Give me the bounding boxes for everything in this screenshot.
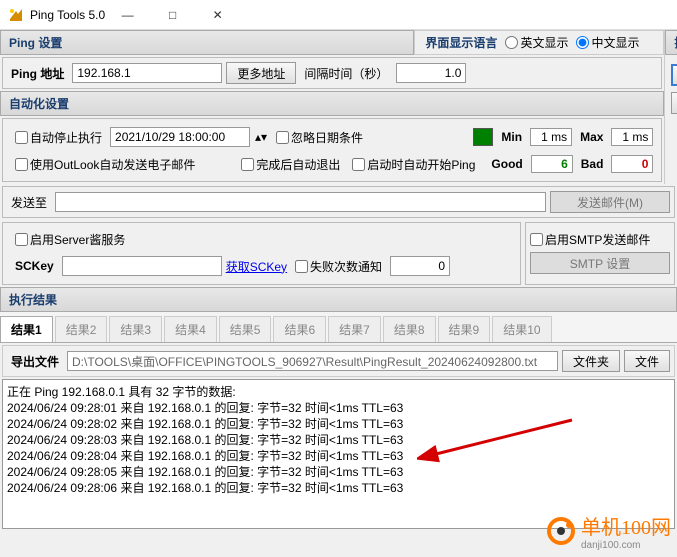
bad-label: Bad xyxy=(577,157,608,171)
window-title: Ping Tools 5.0 xyxy=(30,8,105,22)
sckey-input[interactable] xyxy=(62,256,222,276)
exit-after-checkbox[interactable]: 完成后自动退出 xyxy=(237,156,344,173)
result-line: 正在 Ping 192.168.0.1 具有 32 字节的数据: xyxy=(7,384,670,400)
tab-result-6[interactable]: 结果6 xyxy=(273,316,326,342)
watermark-sub: danji100.com xyxy=(581,540,671,551)
server-chan-checkbox[interactable]: 启用Server酱服务 xyxy=(11,231,129,248)
ops-header: 操作 xyxy=(665,30,677,55)
sckey-label: SCKey xyxy=(11,259,58,273)
file-button[interactable]: 文件 xyxy=(624,350,670,372)
results-header: 执行结果 xyxy=(0,287,677,312)
status-color-indicator xyxy=(473,128,493,146)
good-label: Good xyxy=(487,157,526,171)
tab-result-1[interactable]: 结果1 xyxy=(0,316,53,342)
fail-notify-checkbox[interactable]: 失败次数通知 xyxy=(291,258,386,275)
send-mail-button[interactable]: 发送邮件(M) xyxy=(550,191,670,213)
smtp-settings-button[interactable]: SMTP 设置 xyxy=(530,252,670,274)
smtp-checkbox[interactable]: 启用SMTP发送邮件 xyxy=(530,227,650,252)
interval-input[interactable] xyxy=(396,63,466,83)
fail-count-input[interactable] xyxy=(390,256,450,276)
interval-label: 间隔时间（秒） xyxy=(300,65,392,82)
lang-en-radio[interactable]: 英文显示 xyxy=(501,34,572,51)
ping-addr-label: Ping 地址 xyxy=(7,65,68,82)
tab-result-9[interactable]: 结果9 xyxy=(438,316,491,342)
ping-addr-input[interactable] xyxy=(72,63,222,83)
maximize-button[interactable]: □ xyxy=(150,1,195,29)
tab-result-2[interactable]: 结果2 xyxy=(55,316,108,342)
good-value: 6 xyxy=(531,155,573,173)
result-line: 2024/06/24 09:28:01 来自 192.168.0.1 的回复: … xyxy=(7,400,670,416)
folder-button[interactable]: 文件夹 xyxy=(562,350,620,372)
exit-button[interactable]: 退出(E) xyxy=(671,92,677,114)
app-icon xyxy=(8,7,24,23)
min-label: Min xyxy=(497,130,526,144)
datetime-input[interactable] xyxy=(110,127,250,147)
watermark-text: 单机100网 xyxy=(581,511,671,540)
results-output: 正在 Ping 192.168.0.1 具有 32 字节的数据:2024/06/… xyxy=(2,379,675,529)
tab-result-7[interactable]: 结果7 xyxy=(328,316,381,342)
ping-settings-header: Ping 设置 xyxy=(0,30,414,55)
auto-stop-checkbox[interactable]: 自动停止执行 xyxy=(11,129,106,146)
result-line: 2024/06/24 09:28:04 来自 192.168.0.1 的回复: … xyxy=(7,448,670,464)
watermark: 单机100网 danji100.com xyxy=(545,511,671,551)
datetime-stepper[interactable]: ▴▾ xyxy=(254,130,268,144)
send-to-input[interactable] xyxy=(55,192,546,212)
result-line: 2024/06/24 09:28:06 来自 192.168.0.1 的回复: … xyxy=(7,480,670,496)
watermark-icon xyxy=(545,515,577,547)
close-button[interactable]: ✕ xyxy=(195,1,240,29)
minimize-button[interactable]: — xyxy=(105,1,150,29)
results-tabs: 结果1结果2结果3结果4结果5结果6结果7结果8结果9结果10 xyxy=(0,312,677,343)
auto-header: 自动化设置 xyxy=(0,91,664,116)
titlebar: Ping Tools 5.0 — □ ✕ xyxy=(0,0,677,30)
export-path-input[interactable] xyxy=(67,351,558,371)
send-to-label: 发送至 xyxy=(7,194,51,211)
more-addr-button[interactable]: 更多地址 xyxy=(226,62,296,84)
tab-result-10[interactable]: 结果10 xyxy=(492,316,551,342)
result-line: 2024/06/24 09:28:03 来自 192.168.0.1 的回复: … xyxy=(7,432,670,448)
result-line: 2024/06/24 09:28:02 来自 192.168.0.1 的回复: … xyxy=(7,416,670,432)
outlook-checkbox[interactable]: 使用OutLook自动发送电子邮件 xyxy=(11,156,199,173)
tab-result-4[interactable]: 结果4 xyxy=(164,316,217,342)
min-value: 1 ms xyxy=(530,128,572,146)
auto-start-checkbox[interactable]: 启动时自动开始Ping xyxy=(348,156,479,173)
export-label: 导出文件 xyxy=(7,353,63,370)
tab-result-3[interactable]: 结果3 xyxy=(109,316,162,342)
max-label: Max xyxy=(576,130,607,144)
ignore-date-checkbox[interactable]: 忽略日期条件 xyxy=(272,129,367,146)
result-line: 2024/06/24 09:28:05 来自 192.168.0.1 的回复: … xyxy=(7,464,670,480)
max-value: 1 ms xyxy=(611,128,653,146)
lang-zh-radio[interactable]: 中文显示 xyxy=(572,34,643,51)
lang-label: 界面显示语言 xyxy=(421,34,501,51)
stop-ping-button[interactable]: 停止Ping(S) xyxy=(671,64,677,86)
bad-value: 0 xyxy=(611,155,653,173)
get-sckey-link[interactable]: 获取SCKey xyxy=(226,258,287,275)
tab-result-5[interactable]: 结果5 xyxy=(219,316,272,342)
tab-result-8[interactable]: 结果8 xyxy=(383,316,436,342)
